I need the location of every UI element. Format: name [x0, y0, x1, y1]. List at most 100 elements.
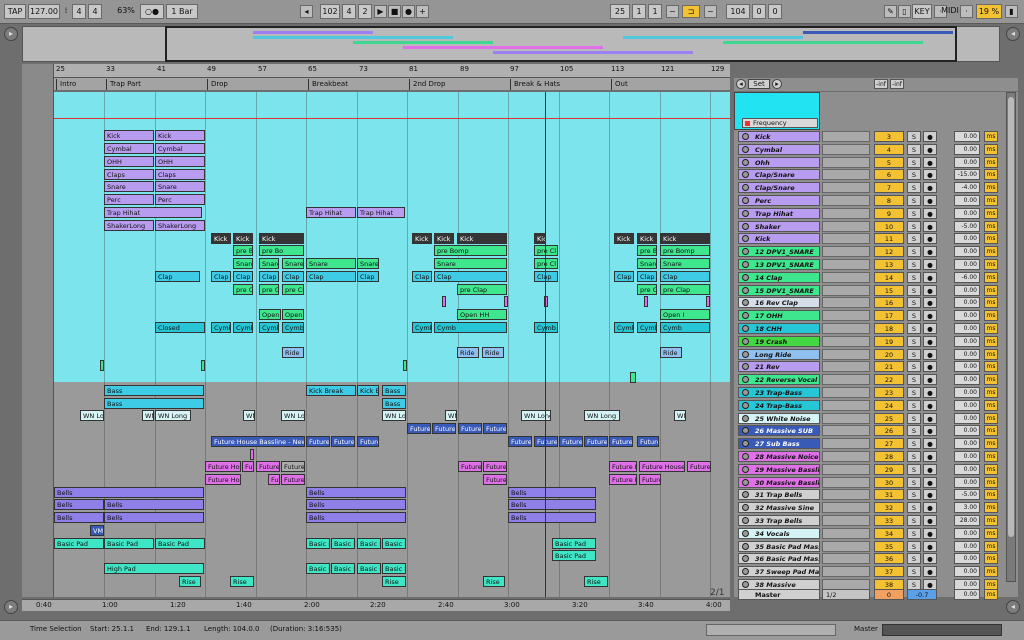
solo-button[interactable]: S [907, 425, 921, 437]
track-delay-field[interactable]: 0.00 [954, 131, 980, 142]
track-name[interactable]: 34 Vocals [738, 527, 820, 539]
arm-button-icon[interactable]: ● [923, 387, 937, 398]
clip-play-icon[interactable] [742, 517, 749, 524]
clip-play-icon[interactable] [742, 389, 749, 396]
track-name[interactable]: 22 Reverse Vocal [738, 374, 820, 386]
solo-button[interactable]: S [907, 233, 921, 245]
track-name[interactable]: Perc [738, 195, 820, 206]
loop-start-sixteenth[interactable]: 1 [648, 4, 662, 19]
computer-keyboard-icon[interactable]: ▯ [898, 5, 911, 18]
clip[interactable] [504, 296, 508, 307]
clip[interactable]: Snare [233, 258, 253, 269]
track-delay-field[interactable]: 0.00 [954, 463, 980, 475]
solo-button[interactable]: S [907, 169, 921, 181]
arm-button-icon[interactable]: ● [923, 297, 937, 309]
track-row[interactable]: Cymbal 4 S ● 0.00 ms [734, 143, 1018, 156]
track-activator[interactable]: 7 [874, 182, 904, 194]
clip[interactable] [250, 449, 254, 460]
track-row[interactable]: 31 Trap Bells 31 S ● -5.00 ms [734, 488, 1018, 501]
clip[interactable]: WN [445, 410, 457, 421]
track-activator[interactable]: 10 [874, 220, 904, 232]
track-delay-field[interactable]: 0.00 [954, 425, 980, 437]
locator-marker[interactable]: Intro [56, 79, 76, 90]
clip[interactable]: pre Cl [534, 245, 558, 256]
clip[interactable]: Bells [508, 487, 596, 498]
arm-button-icon[interactable]: ● [923, 246, 937, 258]
track-name[interactable]: 29 Massive Basslin [738, 463, 820, 475]
track-delay-field[interactable]: 0.00 [954, 476, 980, 488]
track-activator[interactable]: 22 [874, 374, 904, 386]
locator-marker[interactable]: 2nd Drop [409, 79, 445, 90]
arm-button-icon[interactable]: ● [923, 374, 937, 386]
clip[interactable]: Bells [104, 512, 204, 523]
clip[interactable]: Open I [259, 309, 281, 320]
clip-play-icon[interactable] [742, 337, 749, 345]
track-delay-field[interactable]: 0.00 [954, 527, 980, 539]
clip[interactable]: Future [637, 436, 659, 447]
track-row[interactable]: 34 Vocals 34 S ● 0.00 ms [734, 527, 1018, 540]
track-activator[interactable]: 31 [874, 489, 904, 501]
clip[interactable]: Future I [483, 474, 507, 485]
locator-marker[interactable]: Trap Part [106, 79, 141, 90]
clip[interactable]: Cymb [259, 322, 279, 333]
clip[interactable]: WN Long [155, 410, 191, 421]
track-activator[interactable]: 23 [874, 387, 904, 398]
clip[interactable]: Basic Pad [54, 538, 104, 549]
solo-button[interactable]: S [907, 489, 921, 501]
clip[interactable]: Rise [483, 576, 505, 587]
solo-button[interactable]: S [907, 412, 921, 424]
track-activator[interactable]: 19 [874, 335, 904, 347]
arm-button-icon[interactable]: ● [923, 540, 937, 552]
master-cue[interactable]: 0 [874, 589, 904, 600]
arm-button-icon[interactable]: ● [923, 476, 937, 488]
add-locator-icon[interactable]: ◂ [736, 79, 746, 89]
track-activator[interactable]: 14 [874, 271, 904, 283]
solo-button[interactable]: S [907, 246, 921, 258]
clip[interactable]: pre Bomp [660, 245, 710, 256]
clip[interactable]: pre Bo [637, 245, 657, 256]
punch-out-icon[interactable]: ~ [704, 5, 717, 18]
tempo-field[interactable]: 127.00 [28, 4, 60, 19]
key-map-button[interactable]: KEY [912, 4, 932, 19]
clip[interactable]: Snare [357, 258, 379, 269]
track-name[interactable]: 32 Massive Sine [738, 502, 820, 514]
track-row[interactable]: Kick 11 S ● 0.00 ms [734, 232, 1018, 245]
clip[interactable]: Future [281, 461, 305, 472]
clip[interactable]: ShakerLong [155, 220, 205, 231]
solo-button[interactable]: S [907, 399, 921, 411]
clip[interactable]: WN [142, 410, 154, 421]
track-activator[interactable]: 18 [874, 323, 904, 334]
signature-denominator[interactable]: 4 [88, 4, 102, 19]
clip[interactable]: Snare [282, 258, 304, 269]
metronome-toggle[interactable]: ○● [140, 4, 164, 19]
track-delay-field[interactable]: 0.00 [954, 259, 980, 270]
arm-button-icon[interactable]: ● [923, 489, 937, 501]
clip[interactable]: Future [559, 436, 583, 447]
solo-button[interactable]: S [907, 348, 921, 360]
arm-button-icon[interactable]: ● [923, 335, 937, 347]
clip[interactable]: Future [508, 436, 532, 447]
track-delay-field[interactable]: 28.00 [954, 515, 980, 526]
clip[interactable]: Trap Hihat [104, 207, 202, 218]
clip[interactable]: Cymb [434, 322, 507, 333]
track-name[interactable]: 35 Basic Pad Massi [738, 540, 820, 552]
clip[interactable]: Bass [382, 385, 406, 396]
arm-button-icon[interactable]: ● [923, 195, 937, 206]
bar-ruler[interactable]: 25 33 41 49 57 65 73 81 89 97 105 113 12… [54, 64, 730, 78]
arm-button-icon[interactable]: ● [923, 399, 937, 411]
clip[interactable]: Trap Hihat [306, 207, 356, 218]
master-routing[interactable]: 1/2 [822, 589, 870, 600]
track-row[interactable]: Kick 3 S ● 0.00 ms [734, 130, 1018, 143]
song-position-beat[interactable]: 4 [342, 4, 356, 19]
track-name[interactable]: 19 Crash [738, 335, 820, 347]
track-name[interactable]: Kick [738, 233, 820, 245]
clip[interactable]: pre Bo [233, 245, 253, 256]
arm-button-icon[interactable]: ● [923, 131, 937, 142]
track-activator[interactable]: 4 [874, 143, 904, 155]
track-delay-field[interactable]: 0.00 [954, 374, 980, 386]
clip[interactable]: Clap [155, 271, 200, 282]
track-row[interactable]: 26 Massive SUB 26 S ● 0.00 ms [734, 424, 1018, 437]
track-row[interactable]: 37 Sweep Pad Mas 37 S ● 0.00 ms [734, 565, 1018, 578]
clip-play-icon[interactable] [742, 197, 749, 204]
clip[interactable]: Clap [534, 271, 558, 282]
